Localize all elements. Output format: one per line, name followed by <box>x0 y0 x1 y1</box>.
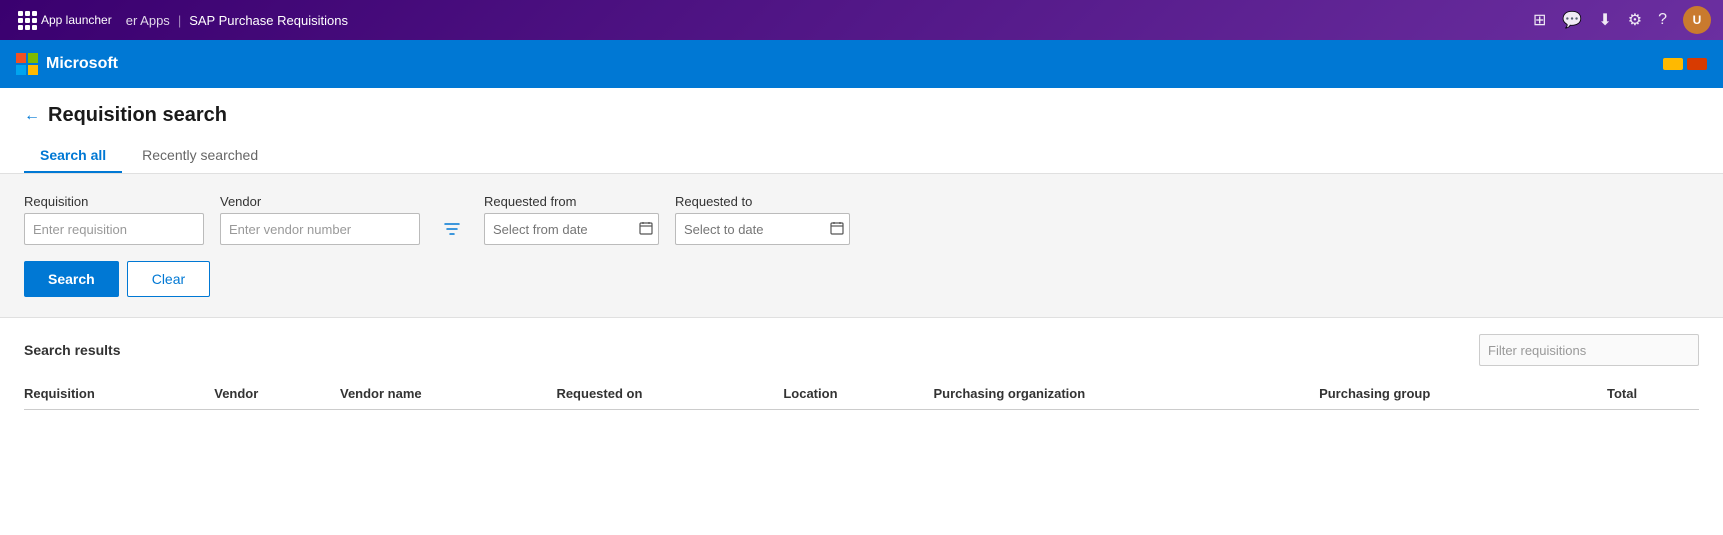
vendor-input[interactable] <box>220 213 420 245</box>
app-launcher-label: App launcher <box>41 13 112 27</box>
back-button[interactable]: ← <box>24 107 40 125</box>
main-content: ← Requisition search Search all Recently… <box>0 88 1723 535</box>
col-location: Location <box>783 378 933 410</box>
col-vendor: Vendor <box>214 378 340 410</box>
nav-app-context: er Apps <box>126 13 170 28</box>
nav-right: ⊞ 💬 ⬇ ⚙ ? U <box>1533 6 1711 34</box>
tab-recently-searched[interactable]: Recently searched <box>126 139 274 173</box>
col-purchasing-org: Purchasing organization <box>933 378 1319 410</box>
microsoft-label: Microsoft <box>46 55 118 73</box>
requested-to-label: Requested to <box>675 194 850 209</box>
requested-to-input[interactable] <box>675 213 850 245</box>
help-icon[interactable]: ? <box>1658 11 1667 29</box>
tab-search-all[interactable]: Search all <box>24 139 122 173</box>
col-total: Total <box>1607 378 1699 410</box>
tab-list: Search all Recently searched <box>24 139 1699 173</box>
requisition-label: Requisition <box>24 194 204 209</box>
filter-requisitions-input[interactable] <box>1479 334 1699 366</box>
top-navigation: App launcher er Apps | SAP Purchase Requ… <box>0 0 1723 40</box>
page-title: Requisition search <box>48 104 227 127</box>
results-table: Requisition Vendor Vendor name Requested… <box>24 378 1699 410</box>
table-header-row: Requisition Vendor Vendor name Requested… <box>24 378 1699 410</box>
badge-orange <box>1687 58 1707 70</box>
requested-to-group: Requested to <box>675 194 850 245</box>
apps-icon[interactable]: ⊞ <box>1533 10 1546 30</box>
requested-to-wrap <box>675 213 850 245</box>
filter-icon-button[interactable] <box>436 213 468 245</box>
download-icon[interactable]: ⬇ <box>1598 10 1611 30</box>
ms-logo-squares <box>16 53 38 75</box>
filter-icon <box>444 221 460 237</box>
microsoft-logo[interactable]: Microsoft <box>16 53 118 75</box>
results-area: Search results Requisition Vendor Vendor… <box>0 318 1723 426</box>
requested-from-input[interactable] <box>484 213 659 245</box>
search-form: Requisition Vendor Requested from <box>0 174 1723 318</box>
col-requested-on: Requested on <box>556 378 783 410</box>
results-header: Search results <box>24 334 1699 366</box>
search-button[interactable]: Search <box>24 261 119 297</box>
header-badges <box>1663 58 1707 70</box>
form-fields-row: Requisition Vendor Requested from <box>24 194 1699 245</box>
requested-from-label: Requested from <box>484 194 659 209</box>
requested-from-group: Requested from <box>484 194 659 245</box>
waffle-icon <box>18 11 37 30</box>
requisition-group: Requisition <box>24 194 204 245</box>
requisition-input[interactable] <box>24 213 204 245</box>
col-vendor-name: Vendor name <box>340 378 556 410</box>
vendor-group: Vendor <box>220 194 420 245</box>
nav-separator: | <box>178 13 181 28</box>
table-header: Requisition Vendor Vendor name Requested… <box>24 378 1699 410</box>
settings-icon[interactable]: ⚙ <box>1628 10 1642 30</box>
app-launcher-button[interactable]: App launcher <box>12 7 118 34</box>
results-title: Search results <box>24 342 121 358</box>
back-row: ← Requisition search <box>24 104 1699 127</box>
nav-app-title: SAP Purchase Requisitions <box>189 13 348 28</box>
button-row: Search Clear <box>24 261 1699 297</box>
chat-icon[interactable]: 💬 <box>1562 10 1582 30</box>
page-header: ← Requisition search Search all Recently… <box>0 88 1723 174</box>
vendor-label: Vendor <box>220 194 420 209</box>
filter-input-wrap <box>1479 334 1699 366</box>
badge-yellow <box>1663 58 1683 70</box>
requested-from-wrap <box>484 213 659 245</box>
user-avatar[interactable]: U <box>1683 6 1711 34</box>
microsoft-header: Microsoft <box>0 40 1723 88</box>
col-requisition: Requisition <box>24 378 214 410</box>
clear-button[interactable]: Clear <box>127 261 210 297</box>
nav-left: App launcher er Apps | SAP Purchase Requ… <box>12 7 348 34</box>
col-purchasing-group: Purchasing group <box>1319 378 1607 410</box>
